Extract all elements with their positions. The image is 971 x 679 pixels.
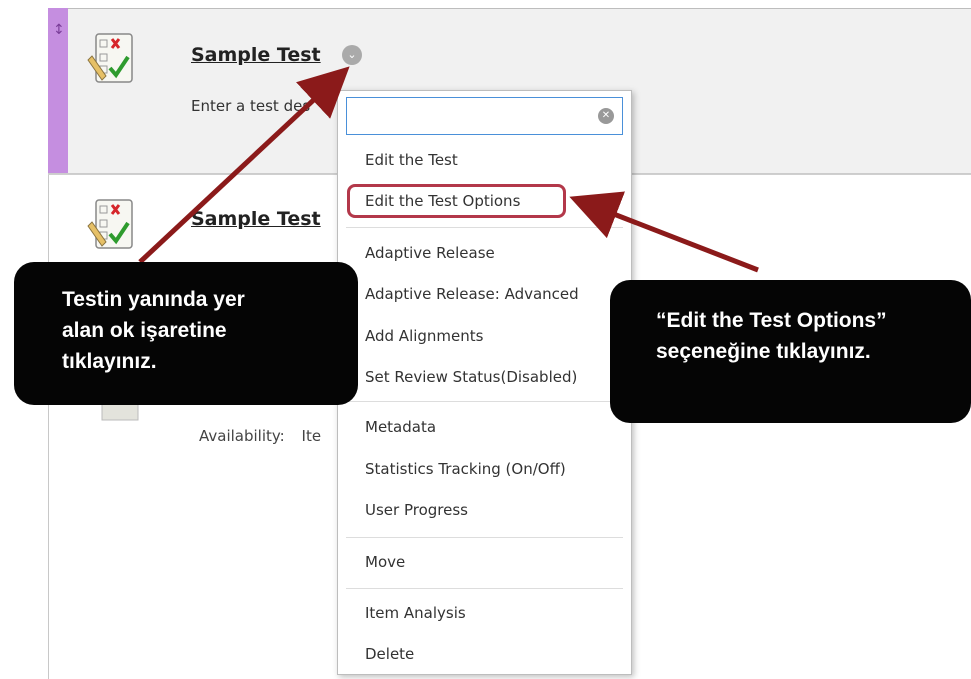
- arrow-to-edit-options: [569, 191, 759, 273]
- arrow-to-chevron: [138, 66, 350, 264]
- callout-right: “Edit the Test Options” seçeneğine tıkla…: [610, 280, 971, 423]
- callout-left: Testin yanında yer alan ok işaretine tık…: [14, 262, 358, 405]
- callout-line: seçeneğine tıklayınız.: [656, 340, 871, 363]
- callout-line: Testin yanında yer: [62, 288, 245, 311]
- callout-line: “Edit the Test Options”: [656, 309, 887, 332]
- callout-line: tıklayınız.: [62, 350, 157, 373]
- callout-line: alan ok işaretine: [62, 319, 227, 342]
